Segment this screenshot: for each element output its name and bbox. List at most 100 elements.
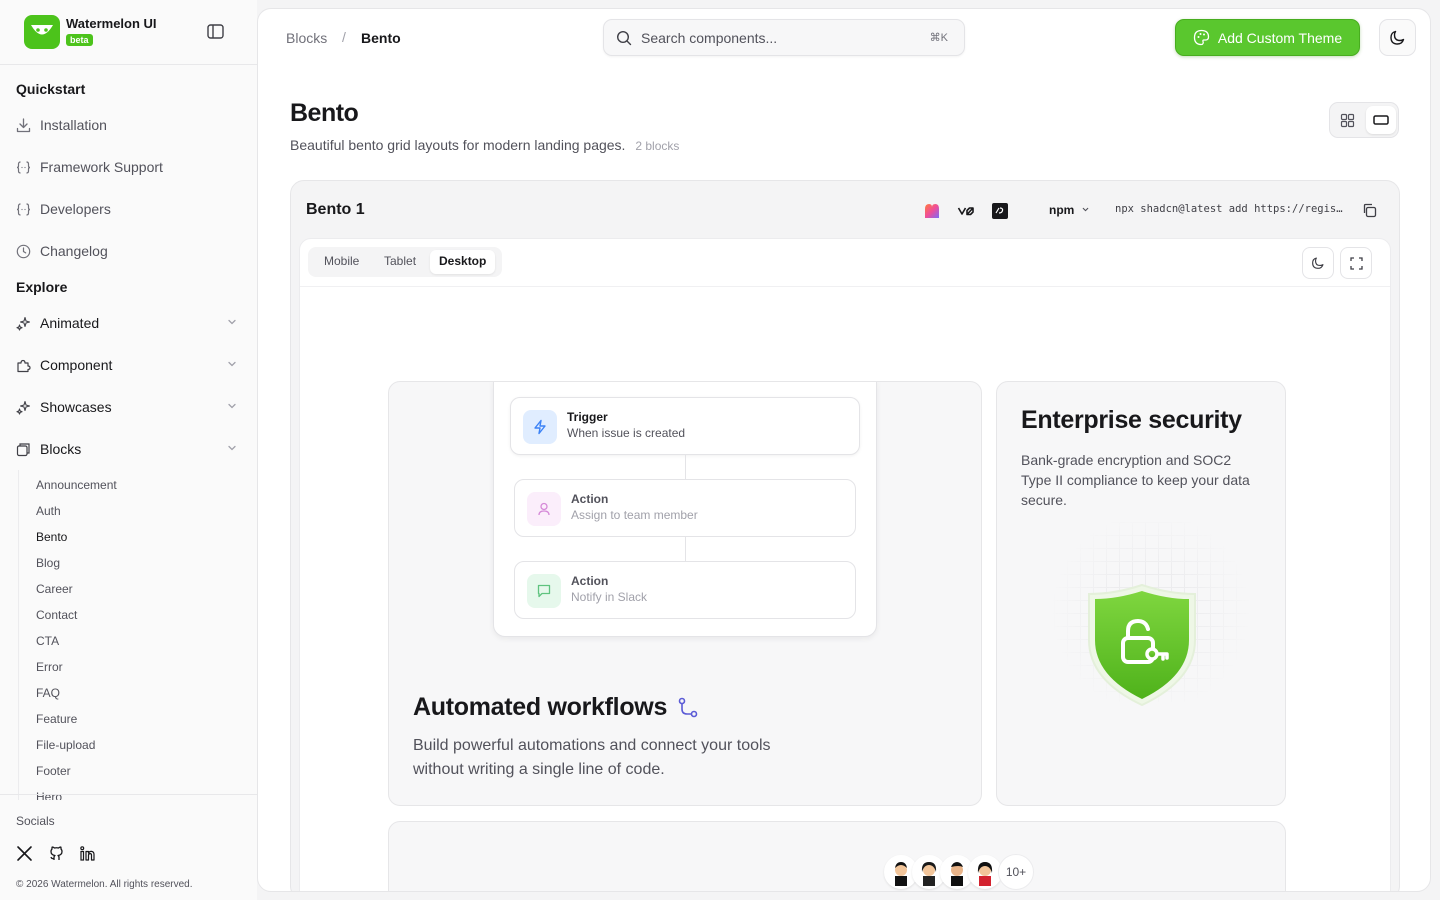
braces-icon [16,160,31,174]
add-custom-theme-button[interactable]: Add Custom Theme [1175,19,1360,56]
sidebar-toggle-icon[interactable] [207,24,224,39]
workflow-subtitle: Notify in Slack [571,590,648,604]
submenu-item-file-upload[interactable]: File-upload [36,738,95,752]
breadcrumb-separator: / [342,29,346,45]
add-theme-label: Add Custom Theme [1217,29,1343,46]
tab-desktop[interactable]: Desktop [430,250,496,274]
workflow-action-assign: Action Assign to team member [514,479,856,537]
avatar-stack: 10+ [884,854,1034,890]
v0-icon[interactable] [957,202,975,220]
submenu-item-contact[interactable]: Contact [36,608,77,622]
download-icon [16,117,31,132]
workflow-diagram: Trigger When issue is created Action Ass… [493,382,877,637]
submenu-item-feature[interactable]: Feature [36,712,77,726]
workflow-subtitle: When issue is created [567,426,686,440]
section-explore: Explore [16,279,68,295]
shield-lock-icon [1088,583,1196,707]
socials-label: Socials [16,814,55,828]
braces-icon [16,202,31,216]
preview-divider [300,286,1390,287]
workflow-action-slack: Action Notify in Slack [514,561,856,619]
submenu-item-error[interactable]: Error [36,660,63,674]
submenu-item-announcement[interactable]: Announcement [36,478,117,492]
submenu-item-faq[interactable]: FAQ [36,686,60,700]
automated-workflows-description: Build powerful automations and connect y… [413,737,771,778]
blocks-icon [16,442,30,456]
tab-tablet[interactable]: Tablet [384,254,416,268]
lovable-icon[interactable] [923,202,941,220]
sparkles-icon [16,400,31,415]
sidebar-item-blocks[interactable]: Blocks [16,433,242,465]
sidebar-item-changelog[interactable]: Changelog [16,235,242,267]
linkedin-icon[interactable] [79,845,96,862]
view-toggle [1329,102,1399,138]
sidebar-item-animated[interactable]: Animated [16,307,242,339]
sidebar-item-label: Developers [40,201,111,217]
sidebar-footer: Socials © 2026 Watermelon. All rights re… [0,794,257,900]
search-input[interactable]: Search components... ⌘K [603,19,965,56]
install-command[interactable]: npx shadcn@latest add https://regis… [1115,203,1343,215]
block-title: Bento 1 [306,201,365,218]
package-manager-value: npm [1049,203,1075,217]
brand-name: Watermelon UI [66,16,157,31]
submenu-item-blog[interactable]: Blog [36,556,60,570]
preview-dark-mode-button[interactable] [1302,247,1334,279]
block-preview: Mobile Tablet Desktop Trigger When issue… [299,238,1391,891]
sidebar-item-showcases[interactable]: Showcases [16,391,242,423]
section-quickstart: Quickstart [16,81,86,97]
fullscreen-button[interactable] [1340,247,1372,279]
expand-icon [1349,256,1363,270]
puzzle-icon [17,359,31,372]
submenu-item-footer[interactable]: Footer [36,764,71,778]
workflow-title: Action [571,492,609,506]
submenu-item-cta[interactable]: CTA [36,634,59,648]
device-tabs: Mobile Tablet Desktop [308,247,502,277]
sidebar-item-developers[interactable]: Developers [16,193,242,225]
sidebar-item-installation[interactable]: Installation [16,109,242,141]
sidebar-item-component[interactable]: Component [16,349,242,381]
github-icon[interactable] [48,845,65,862]
theme-toggle-button[interactable] [1379,19,1416,56]
sidebar-item-framework-support[interactable]: Framework Support [16,151,242,183]
workflow-connector [685,455,686,479]
x-twitter-icon[interactable] [16,845,33,862]
breadcrumb-blocks[interactable]: Blocks [286,30,327,46]
copy-icon[interactable] [1362,203,1377,218]
clock-icon [16,244,31,258]
lightning-icon [523,410,557,444]
bolt-icon[interactable] [991,202,1009,220]
palette-icon [1193,29,1210,46]
tab-mobile[interactable]: Mobile [324,254,359,268]
page-description: Beautiful bento grid layouts for modern … [290,137,679,153]
sidebar-item-label: Showcases [40,399,112,415]
enterprise-security-card: Enterprise security Bank-grade encryptio… [996,381,1286,806]
sidebar-header: Watermelon UI beta [0,0,257,65]
beta-badge: beta [66,34,93,46]
workflow-subtitle: Assign to team member [571,508,698,522]
avatar [968,855,1002,889]
chevron-down-icon [228,445,236,451]
moon-icon [1312,257,1324,269]
breadcrumb-bento: Bento [361,30,401,46]
automated-workflows-card: Trigger When issue is created Action Ass… [388,381,982,806]
submenu-item-auth[interactable]: Auth [36,504,61,518]
submenu-item-bento[interactable]: Bento [36,530,67,544]
block-count: 2 blocks [635,139,680,153]
chevron-down-icon [228,361,236,367]
workflow-connector [685,537,686,561]
team-card: 10+ [388,821,1286,891]
package-manager-select[interactable]: npm [1049,203,1090,217]
submenu-item-career[interactable]: Career [36,582,73,596]
single-view-button[interactable] [1366,106,1396,134]
sidebar-item-label: Component [40,357,113,373]
search-placeholder: Search components... [641,30,778,46]
grid-view-icon[interactable] [1340,113,1355,128]
sidebar-item-label: Blocks [40,441,82,457]
enterprise-security-description: Bank-grade encryption and SOC2 Type II c… [1021,452,1250,508]
workflow-title: Action [571,574,609,588]
watermelon-logo[interactable] [24,15,60,49]
chevron-down-icon [228,403,236,409]
enterprise-security-title: Enterprise security [1021,406,1242,434]
workflow-title: Trigger [567,410,608,424]
copyright: © 2026 Watermelon. All rights reserved. [16,879,193,890]
